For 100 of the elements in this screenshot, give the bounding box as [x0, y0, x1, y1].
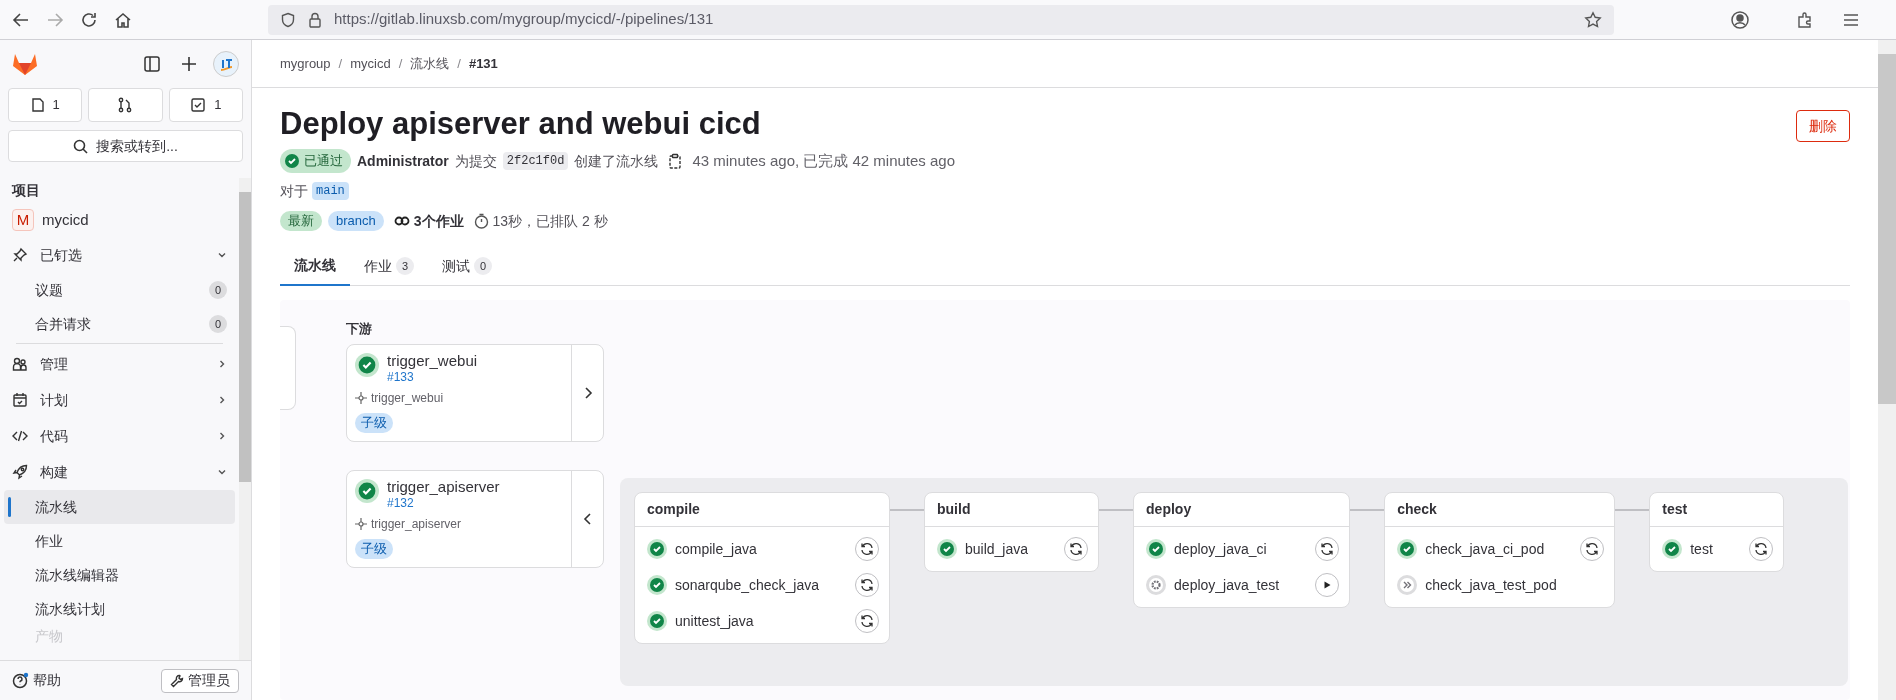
scrollbar[interactable]: [239, 178, 251, 660]
job-name: trigger_apiserver: [371, 516, 462, 533]
connector-line: [1350, 509, 1385, 511]
rocket-icon: [12, 464, 28, 480]
nav-subitem[interactable]: 合并请求 0: [4, 307, 235, 341]
commit-sha[interactable]: 2f2c1f0d: [502, 152, 569, 170]
fox-logo-icon[interactable]: [12, 52, 38, 76]
pipeline-id-link[interactable]: #133: [387, 369, 478, 385]
pipeline-name: trigger_apiserver: [387, 479, 500, 495]
tab[interactable]: 测试 0: [428, 246, 506, 286]
label-badge: 最新: [280, 211, 322, 231]
nav-item[interactable]: 构建: [4, 454, 235, 490]
stage-title: check: [1385, 493, 1615, 527]
branch-link[interactable]: main: [312, 182, 349, 200]
nav-item[interactable]: 计划: [4, 382, 235, 418]
reload-icon[interactable]: [80, 10, 98, 29]
sidebar-toggle-icon[interactable]: [143, 55, 161, 73]
job-item[interactable]: sonarqube_check_java: [635, 567, 889, 603]
merge-request-icon: [117, 97, 134, 113]
nav-subitem[interactable]: 流水线编辑器: [4, 558, 235, 592]
plus-icon[interactable]: [181, 56, 197, 72]
bookmark-star-icon[interactable]: [1584, 10, 1602, 29]
help-button[interactable]: 帮助: [12, 670, 61, 691]
breadcrumb-link[interactable]: 流水线: [410, 53, 450, 74]
retry-icon: [1069, 542, 1084, 556]
nav-subitem[interactable]: 议题 0: [4, 273, 235, 307]
jobs-count: 3个作业: [393, 210, 464, 232]
play-icon: [1322, 580, 1333, 590]
chevron-right-icon: [582, 386, 593, 400]
pipeline-id-link[interactable]: #132: [387, 495, 500, 511]
avatar[interactable]: [213, 51, 239, 77]
wrench-icon: [170, 673, 184, 688]
nav-item[interactable]: 已钉选: [4, 237, 235, 273]
clipboard-icon[interactable]: [668, 153, 683, 169]
link-icon: [393, 216, 410, 226]
job-item[interactable]: check_java_ci_pod: [1385, 531, 1615, 567]
duration-text: 13秒，已排队 2 秒: [473, 210, 608, 232]
breadcrumb-link[interactable]: mycicd: [350, 53, 391, 74]
ref-label: 对于: [280, 181, 308, 201]
downstream-card[interactable]: trigger_webui #133 trigger_webui 子级: [346, 344, 604, 442]
downstream-card[interactable]: trigger_apiserver #132 trigger_apiserver 子级: [346, 470, 604, 568]
nav-subitem[interactable]: 作业: [4, 524, 235, 558]
home-icon[interactable]: [114, 10, 132, 29]
back-icon[interactable]: [12, 10, 30, 29]
account-icon[interactable]: [1730, 9, 1750, 30]
chevron-left-icon: [582, 512, 593, 526]
count-badge: 3: [396, 257, 414, 275]
calendar-icon: [12, 392, 28, 408]
address-bar[interactable]: https://gitlab.linuxsb.com/mygroup/mycicd/-/pipelines/131: [268, 4, 1614, 35]
project-item[interactable]: M mycicd: [4, 203, 235, 237]
page-scrollbar[interactable]: [1878, 40, 1896, 700]
nav-subitem[interactable]: 流水线: [4, 490, 235, 524]
connector-line: [1099, 509, 1134, 511]
count-badge: 0: [209, 281, 227, 299]
merge-counter-button[interactable]: [88, 88, 163, 122]
nav-item[interactable]: 代码: [4, 418, 235, 454]
project-avatar: M: [12, 209, 34, 232]
stage-title: compile: [635, 493, 889, 527]
job-item[interactable]: build_java: [925, 531, 1099, 567]
shield-icon: [280, 11, 296, 28]
job-item[interactable]: check_java_test_pod: [1385, 567, 1615, 603]
stage-title: deploy: [1134, 493, 1350, 527]
chevron-right-icon: [217, 431, 227, 441]
job-item[interactable]: test: [1650, 531, 1783, 567]
issues-counter-button[interactable]: 1: [8, 88, 83, 122]
breadcrumb-separator: /: [457, 54, 461, 73]
retry-icon: [1320, 542, 1335, 556]
retry-icon: [860, 578, 874, 592]
breadcrumb-separator: /: [398, 54, 403, 73]
job-item[interactable]: unittest_java: [635, 603, 889, 639]
job-name: trigger_webui: [371, 390, 444, 407]
admin-button[interactable]: 管理员: [161, 668, 239, 693]
breadcrumb-link[interactable]: #131: [468, 53, 498, 74]
code-icon: [12, 428, 28, 444]
breadcrumb-link[interactable]: mygroup: [280, 53, 331, 74]
extensions-icon[interactable]: [1796, 10, 1814, 29]
tab[interactable]: 流水线: [280, 246, 350, 286]
nav-subitem[interactable]: 流水线计划: [4, 592, 235, 626]
trigger-icon: [355, 392, 367, 404]
label-badge: 子级: [355, 413, 393, 433]
section-heading: 项目: [10, 181, 41, 201]
breadcrumb-separator: /: [338, 54, 343, 73]
users-icon: [12, 356, 28, 372]
todo-counter-button[interactable]: 1: [168, 88, 243, 122]
job-item[interactable]: deploy_java_ci: [1134, 531, 1350, 567]
author-link[interactable]: Administrator: [357, 150, 449, 172]
todo-icon: [190, 97, 207, 113]
status-badge: 已通过: [280, 149, 351, 173]
job-item[interactable]: deploy_java_test: [1134, 567, 1350, 603]
tab[interactable]: 作业 3: [350, 246, 428, 286]
search-button[interactable]: 搜索或转到...: [8, 130, 243, 162]
job-item[interactable]: compile_java: [635, 531, 889, 567]
nav-item[interactable]: 管理: [4, 346, 235, 382]
timer-icon: [473, 213, 489, 229]
stage-title: test: [1650, 493, 1783, 527]
issues-icon: [30, 97, 45, 113]
chevron-right-icon: [217, 395, 227, 405]
count-badge: 0: [209, 315, 227, 333]
section-heading: 下游: [346, 320, 373, 339]
delete-button[interactable]: 删除: [1796, 110, 1850, 142]
